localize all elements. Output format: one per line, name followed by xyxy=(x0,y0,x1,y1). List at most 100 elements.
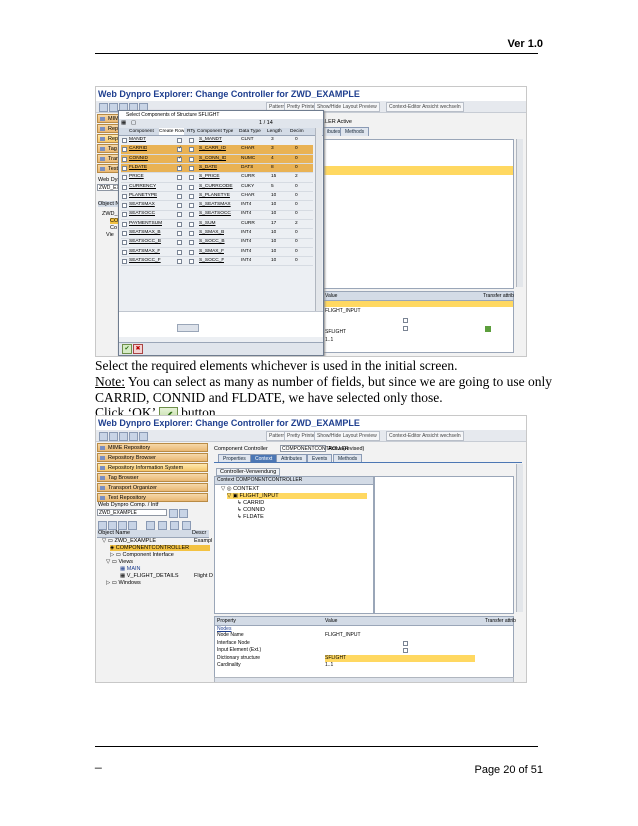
row-selector-icon[interactable] xyxy=(122,203,127,209)
activate-icon[interactable] xyxy=(139,432,148,441)
tree-node-views[interactable]: ▽ ▭ Views xyxy=(106,559,133,565)
tree-tool-6-icon[interactable] xyxy=(158,521,167,530)
create-row-checkbox[interactable] xyxy=(177,203,182,209)
prop-value-cardinality[interactable]: 1..1 xyxy=(325,336,333,344)
cell-component[interactable]: SEATSMAX_B xyxy=(129,229,161,238)
create-row-checkbox[interactable] xyxy=(177,175,182,181)
tree-node-flight-details[interactable]: ▦ V_FLIGHT_DETAILS xyxy=(120,573,179,579)
cell-component[interactable]: CONNID xyxy=(129,155,148,164)
component-row[interactable]: SEATSMAX S_SEATSMAX INT4 10 0 xyxy=(121,201,313,211)
create-row-checkbox[interactable] xyxy=(177,231,182,236)
create-row-checkbox[interactable] xyxy=(177,258,182,264)
row-selector-icon[interactable] xyxy=(122,221,127,227)
right-vscroll[interactable] xyxy=(516,139,523,287)
mime-repository-button[interactable]: MIME Repository xyxy=(97,443,208,452)
cell-component[interactable]: CARRID xyxy=(129,145,147,154)
component-row[interactable]: CONNID S_CONN_ID NUMC 4 0 xyxy=(121,154,313,165)
property-value[interactable]: 1..1 xyxy=(325,662,333,669)
display-change-icon[interactable] xyxy=(119,432,128,441)
attr-connid[interactable]: ↳ CONNID xyxy=(237,507,265,513)
property-value[interactable]: FLIGHT_INPUT xyxy=(325,632,361,639)
create-row-checkbox[interactable] xyxy=(177,212,182,218)
create-row-checkbox[interactable] xyxy=(177,138,182,143)
rty-checkbox[interactable] xyxy=(189,212,194,218)
property-value[interactable]: SFLIGHT xyxy=(325,654,475,662)
ok-button[interactable]: ✔ xyxy=(122,344,132,354)
rty-checkbox[interactable] xyxy=(189,165,194,171)
tree-node-interface[interactable]: ▷ ▭ Component Interface xyxy=(110,552,174,558)
row-selector-icon[interactable] xyxy=(122,258,127,264)
rty-checkbox[interactable] xyxy=(189,138,194,143)
cell-component[interactable]: PLANETYPE xyxy=(129,192,157,201)
tree-tool-7-icon[interactable] xyxy=(170,521,179,530)
create-row-checkbox[interactable] xyxy=(177,164,182,171)
cell-component[interactable]: SEATSOCC xyxy=(129,210,155,219)
controller-field[interactable]: COMPONENTCONTROLLER xyxy=(280,445,349,452)
forward-icon[interactable] xyxy=(109,103,118,112)
cell-component[interactable]: PRICE xyxy=(129,173,144,182)
cell-component[interactable]: CURRENCY xyxy=(129,183,156,192)
back-icon[interactable] xyxy=(99,103,108,112)
context-root-node[interactable]: ▽ ◎ CONTEXT xyxy=(221,486,259,492)
attr-fldate[interactable]: ↳ FLDATE xyxy=(237,514,264,520)
tree-interface[interactable]: Co xyxy=(110,225,117,231)
rty-checkbox[interactable] xyxy=(189,240,194,246)
repository-info-button[interactable]: Repository Information System xyxy=(97,463,208,472)
component-row[interactable]: FLDATE S_DATE DATS 8 0 xyxy=(121,163,313,174)
tree-tool-5-icon[interactable] xyxy=(146,521,155,530)
prop-value-node[interactable]: FLIGHT_INPUT xyxy=(325,307,361,315)
repository-browser-button[interactable]: Repository Browser xyxy=(97,453,208,462)
rty-checkbox[interactable] xyxy=(189,249,194,255)
rty-checkbox[interactable] xyxy=(189,231,194,236)
forward-icon[interactable] xyxy=(109,432,118,441)
row-selector-icon[interactable] xyxy=(122,156,127,162)
controller-usage-button[interactable]: Controller-Verwendung xyxy=(216,468,281,476)
component-field[interactable]: ZWD_EXAM xyxy=(97,184,127,191)
row-selector-icon[interactable] xyxy=(122,147,127,153)
row-selector-icon[interactable] xyxy=(122,212,127,218)
component-row[interactable]: PAYMENTSUM S_SUM CURR 17 2 xyxy=(121,220,313,230)
rty-checkbox[interactable] xyxy=(189,184,194,190)
dialog-hscroll[interactable] xyxy=(177,324,199,332)
rty-checkbox[interactable] xyxy=(189,258,194,264)
display-icon[interactable] xyxy=(179,509,188,518)
create-row-checkbox[interactable] xyxy=(177,193,182,199)
rty-checkbox[interactable] xyxy=(189,193,194,199)
tree-tool-4-icon[interactable] xyxy=(128,521,137,530)
tree-node-windows[interactable]: ▷ ▭ Windows xyxy=(106,580,141,586)
comp-intf-field[interactable]: ZWD_EXAMPLE xyxy=(97,509,167,516)
row-selector-icon[interactable] xyxy=(122,193,127,199)
tree-tool-8-icon[interactable] xyxy=(182,521,191,530)
tree-root[interactable]: ZWD_ xyxy=(102,211,118,217)
tree-tool-2-icon[interactable] xyxy=(108,521,117,530)
check-icon[interactable] xyxy=(129,432,138,441)
tag-browser-button[interactable]: Tag Browser xyxy=(97,473,208,482)
component-row[interactable]: SEATSMAX_F S_SMAX_F INT4 10 0 xyxy=(121,248,313,258)
cell-component[interactable]: SEATSMAX xyxy=(129,201,155,210)
tree-node-root[interactable]: ▽ ▭ ZWD_EXAMPLE xyxy=(102,538,156,544)
row-selector-icon[interactable] xyxy=(122,240,127,246)
select-all-icon[interactable]: ▦ xyxy=(121,120,126,126)
row-selector-icon[interactable] xyxy=(122,165,127,171)
component-row[interactable]: PRICE S_PRICE CURR 15 2 xyxy=(121,173,313,183)
right-vscroll[interactable] xyxy=(516,464,523,612)
cancel-button[interactable]: ✖ xyxy=(133,344,143,354)
create-row-checkbox[interactable] xyxy=(177,184,182,190)
component-row[interactable]: SEATSMAX_B S_SMAX_B INT4 10 0 xyxy=(121,229,313,239)
input-element-checkbox[interactable] xyxy=(403,326,408,331)
property-checkbox[interactable] xyxy=(403,648,408,653)
tree-node-controller[interactable]: ◈ COMPONENTCONTROLLER xyxy=(110,545,210,551)
test-repository-button[interactable]: Test Repository xyxy=(97,493,208,502)
interface-node-checkbox[interactable] xyxy=(403,318,408,323)
rty-checkbox[interactable] xyxy=(189,147,194,153)
transport-organizer-button[interactable]: Transport Organizer xyxy=(97,483,208,492)
tree-tool-3-icon[interactable] xyxy=(118,521,127,530)
context-editor-button[interactable]: Context-Editor Ansicht wechseln xyxy=(386,102,464,112)
layout-preview-button[interactable]: Show/Hide Layout Preview xyxy=(314,431,380,441)
context-editor-button[interactable]: Context-Editor Ansicht wechseln xyxy=(386,431,464,441)
tree-tool-1-icon[interactable] xyxy=(98,521,107,530)
tree-controller[interactable]: CO xyxy=(110,218,119,224)
create-row-checkbox[interactable] xyxy=(177,221,182,227)
row-selector-icon[interactable] xyxy=(122,184,127,190)
rty-checkbox[interactable] xyxy=(189,203,194,209)
